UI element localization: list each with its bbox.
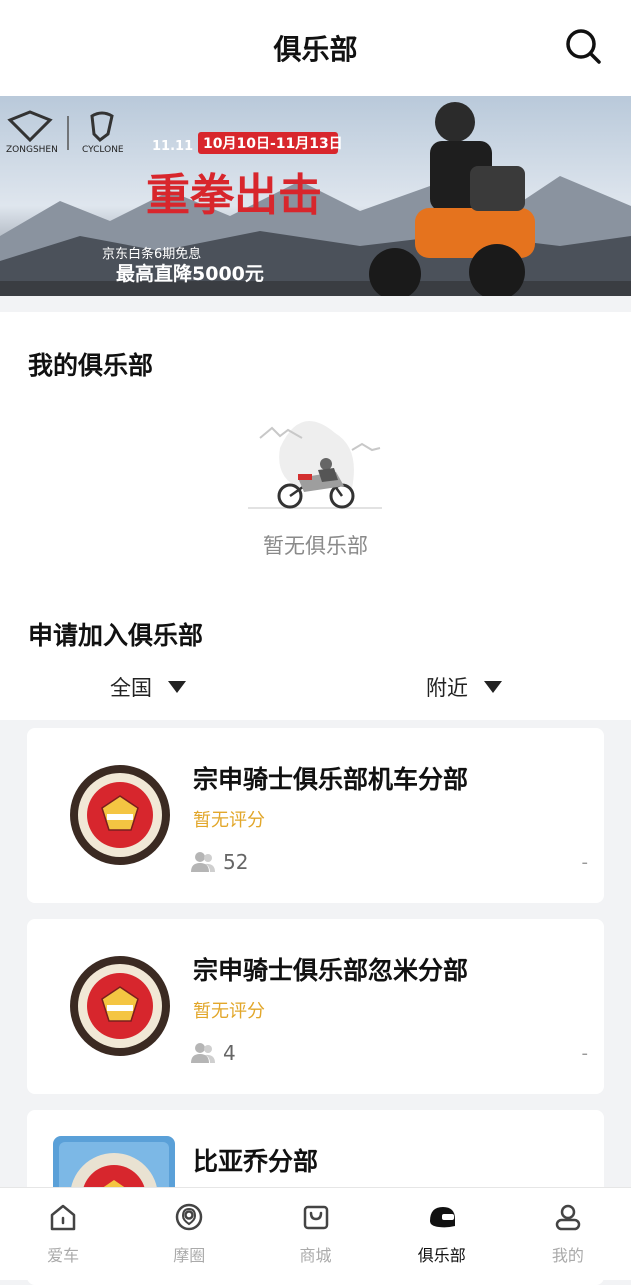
- tab-club[interactable]: 俱乐部: [379, 1188, 505, 1280]
- club-card[interactable]: 宗申骑士俱乐部忽米分部 暂无评分 4 -: [27, 919, 604, 1094]
- user-icon: [555, 1204, 581, 1231]
- tab-shangcheng[interactable]: 商城: [252, 1188, 378, 1280]
- search-icon[interactable]: [563, 26, 603, 66]
- bag-icon: [303, 1205, 328, 1230]
- banner-sub1: 京东白条6期免息: [102, 246, 201, 262]
- club-logo: [70, 956, 170, 1056]
- member-count: 4: [223, 1041, 236, 1065]
- club-members: 4: [191, 1041, 236, 1065]
- tab-aiche[interactable]: 爱车: [0, 1188, 126, 1280]
- brand2-text: CYCLONE: [82, 145, 124, 155]
- banner-headline: 重拳出击: [146, 170, 322, 221]
- club-name: 宗申骑士俱乐部忽米分部: [193, 956, 469, 985]
- brand1-text: ZONGSHEN: [6, 145, 58, 155]
- club-distance: -: [581, 852, 589, 873]
- region-filter-label: 全国: [110, 676, 152, 700]
- tab-mine[interactable]: 我的: [505, 1188, 631, 1280]
- tab-label: 商城: [299, 1246, 332, 1265]
- club-name: 宗申骑士俱乐部机车分部: [193, 765, 469, 794]
- empty-motorcycle-icon: [248, 421, 382, 509]
- member-count: 52: [223, 850, 249, 874]
- banner-sub2: 最高直降5000元: [116, 262, 264, 285]
- my-clubs-title: 我的俱乐部: [28, 351, 154, 380]
- region-filter[interactable]: 全国: [110, 672, 186, 702]
- top-bar: 俱乐部: [0, 0, 631, 97]
- banner-image: ZONGSHEN CYCLONE 11.11 10月10日-11月13日 重拳出…: [0, 96, 631, 296]
- dropdown-triangle-icon: [168, 681, 186, 693]
- dropdown-triangle-icon: [484, 681, 502, 693]
- club-rating: 暂无评分: [193, 1001, 265, 1022]
- home-icon: [50, 1204, 76, 1231]
- club-name: 比亚乔分部: [193, 1147, 319, 1176]
- members-icon: [191, 1043, 215, 1063]
- tab-moquan[interactable]: 摩圈: [126, 1188, 252, 1280]
- tab-label: 俱乐部: [417, 1246, 466, 1265]
- club-rating: 暂无评分: [193, 810, 265, 831]
- club-card[interactable]: 宗申骑士俱乐部机车分部 暂无评分 52 -: [27, 728, 604, 903]
- club-members: 52: [191, 850, 248, 874]
- promo-date: 10月10日-11月13日: [203, 136, 343, 152]
- page-title: 俱乐部: [273, 33, 358, 66]
- nearby-filter-label: 附近: [426, 676, 468, 700]
- tab-label: 我的: [551, 1246, 584, 1265]
- clubs-section: 我的俱乐部 暂无俱乐部 申请加入俱乐部 全国 附近: [0, 312, 631, 720]
- members-icon: [191, 852, 215, 872]
- helmet-icon: [429, 1207, 455, 1228]
- tab-label: 爱车: [47, 1246, 80, 1265]
- empty-clubs-text: 暂无俱乐部: [263, 534, 368, 558]
- nearby-filter[interactable]: 附近: [426, 672, 502, 702]
- svg-text:11.11: 11.11: [152, 139, 193, 154]
- bottom-tab-bar: 爱车 摩圈 商城 俱乐部 我的: [0, 1187, 631, 1280]
- join-clubs-title: 申请加入俱乐部: [28, 621, 204, 650]
- club-distance: -: [581, 1043, 589, 1064]
- tab-label: 摩圈: [173, 1246, 206, 1265]
- club-logo: [70, 765, 170, 865]
- promo-banner[interactable]: ZONGSHEN CYCLONE 11.11 10月10日-11月13日 重拳出…: [0, 96, 631, 296]
- location-icon: [176, 1203, 203, 1231]
